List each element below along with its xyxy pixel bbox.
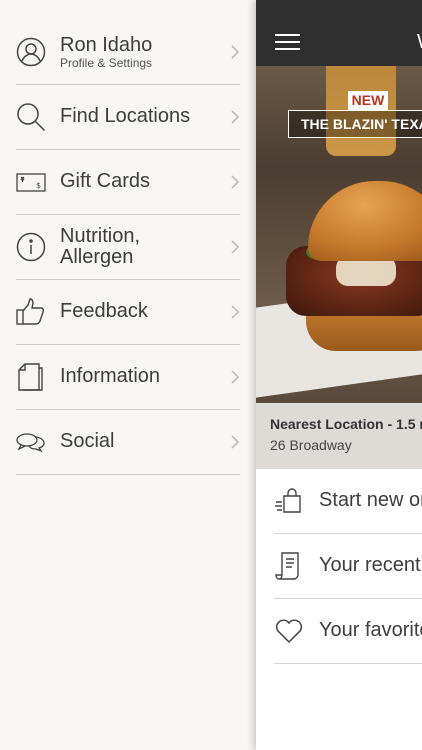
info-icon: [16, 232, 46, 262]
nearest-location-card[interactable]: Nearest Location - 1.5 mi 26 Broadway: [256, 403, 422, 469]
menu-label: Feedback: [60, 300, 148, 322]
svg-text:$: $: [36, 181, 41, 190]
search-icon: [16, 102, 46, 132]
menu-item-feedback[interactable]: Feedback: [16, 280, 240, 345]
menu-label: Gift Cards: [60, 170, 151, 192]
navigation-drawer: Ron Idaho Profile & Settings Find Locati…: [0, 0, 256, 750]
menu-item-profile[interactable]: Ron Idaho Profile & Settings: [16, 20, 240, 85]
chat-bubbles-icon: [16, 427, 46, 457]
user-icon: [16, 37, 46, 67]
receipt-icon: [274, 551, 304, 581]
hamburger-menu-icon[interactable]: [275, 34, 300, 50]
menu-label: Find Locations: [60, 105, 191, 127]
gift-card-icon: $: [16, 167, 46, 197]
chevron-right-icon: [230, 44, 240, 60]
menu-item-gift-cards[interactable]: $ Gift Cards: [16, 150, 240, 215]
thumbs-up-icon: [16, 297, 46, 327]
new-badge: NEW: [348, 91, 388, 110]
menu-label-line2: Allergen: [60, 246, 134, 268]
menu-label: Nutrition,: [60, 225, 141, 247]
profile-sublabel: Profile & Settings: [60, 56, 153, 70]
menu-item-information[interactable]: Information: [16, 345, 240, 410]
chevron-right-icon: [230, 239, 240, 255]
menu-item-nutrition[interactable]: Nutrition, Allergen: [16, 215, 240, 280]
action-label: Your favorites: [319, 619, 422, 641]
bun-top-image: [308, 181, 422, 261]
recent-orders-button[interactable]: Your recent orders: [274, 534, 422, 599]
menu-item-social[interactable]: Social: [16, 410, 240, 475]
promo-banner[interactable]: NEW THE BLAZIN' TEXAN: [256, 66, 422, 403]
top-bar: W: [256, 0, 422, 66]
chevron-right-icon: [230, 174, 240, 190]
app-title: W: [417, 31, 422, 54]
menu-label: Information: [60, 365, 161, 387]
main-panel: W NEW THE BLAZIN' TEXAN Nearest Location…: [256, 0, 422, 750]
profile-name: Ron Idaho: [60, 34, 153, 56]
favorites-button[interactable]: Your favorites: [274, 599, 422, 664]
action-label: Start new order: [319, 489, 422, 511]
shopping-bag-icon: [274, 486, 304, 516]
document-icon: [16, 362, 46, 392]
chevron-right-icon: [230, 434, 240, 450]
chevron-right-icon: [230, 304, 240, 320]
start-new-order-button[interactable]: Start new order: [274, 469, 422, 534]
action-label: Your recent orders: [319, 554, 422, 576]
nearest-location-title: Nearest Location - 1.5 mi: [270, 416, 422, 432]
menu-label: Social: [60, 430, 115, 452]
nearest-location-address: 26 Broadway: [270, 437, 352, 453]
promo-headline: THE BLAZIN' TEXAN: [288, 110, 422, 138]
heart-icon: [274, 616, 304, 646]
chevron-right-icon: [230, 109, 240, 125]
menu-item-find-locations[interactable]: Find Locations: [16, 85, 240, 150]
chevron-right-icon: [230, 369, 240, 385]
